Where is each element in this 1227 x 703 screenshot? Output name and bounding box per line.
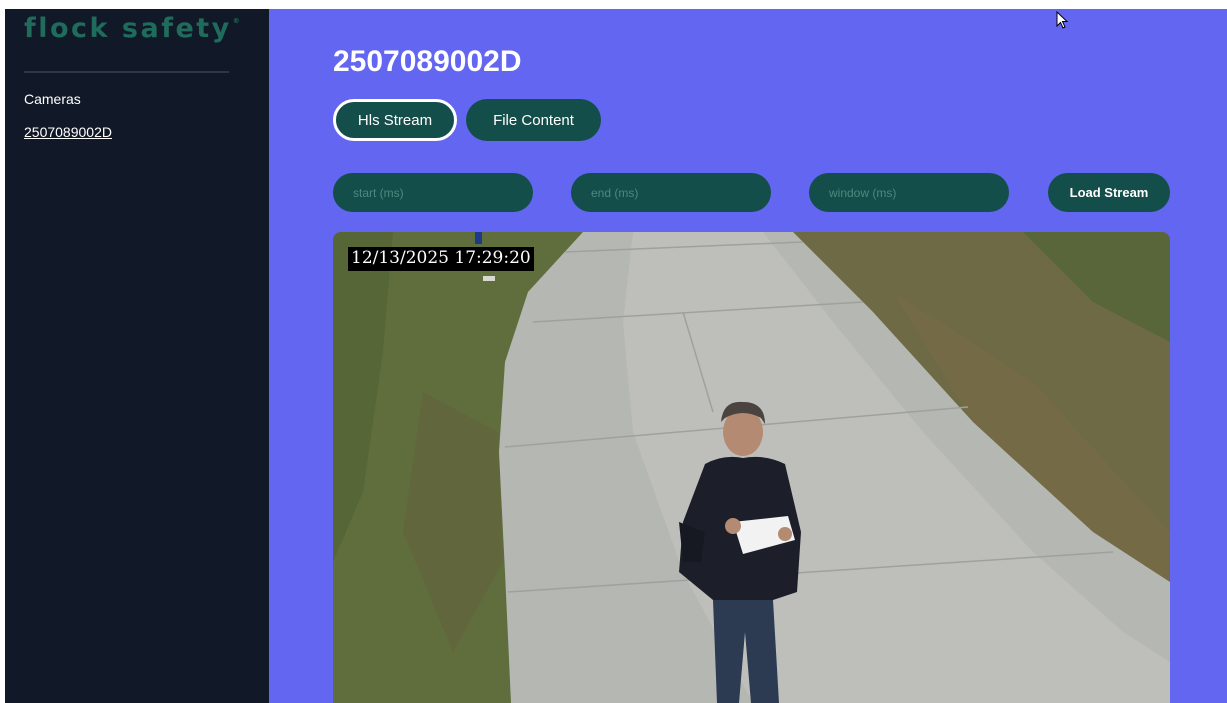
video-player[interactable]: 12/13/2025 17:29:20 bbox=[333, 232, 1170, 703]
camera-feed-image bbox=[333, 232, 1170, 703]
brand-logo: flock safety® bbox=[24, 13, 240, 44]
sidebar-divider bbox=[24, 71, 229, 73]
main-panel: 2507089002D Hls Stream File Content Load… bbox=[269, 9, 1227, 703]
start-ms-input[interactable] bbox=[333, 173, 533, 212]
end-ms-input[interactable] bbox=[571, 173, 771, 212]
nav-heading-cameras: Cameras bbox=[24, 91, 81, 107]
nav-item-camera[interactable]: 2507089002D bbox=[24, 124, 112, 140]
window-ms-input[interactable] bbox=[809, 173, 1009, 212]
app-window: flock safety® Cameras 2507089002D 250708… bbox=[5, 9, 1227, 703]
mouse-pointer-icon bbox=[1056, 11, 1069, 29]
brand-logo-text: flock safety bbox=[24, 13, 232, 44]
page-title: 2507089002D bbox=[333, 45, 522, 78]
load-stream-button[interactable]: Load Stream bbox=[1048, 173, 1170, 212]
video-timestamp: 12/13/2025 17:29:20 bbox=[348, 247, 534, 271]
sidebar: flock safety® Cameras 2507089002D bbox=[5, 9, 269, 703]
registered-mark: ® bbox=[232, 17, 240, 25]
tab-hls-stream[interactable]: Hls Stream bbox=[333, 99, 457, 141]
tab-file-content[interactable]: File Content bbox=[466, 99, 601, 141]
